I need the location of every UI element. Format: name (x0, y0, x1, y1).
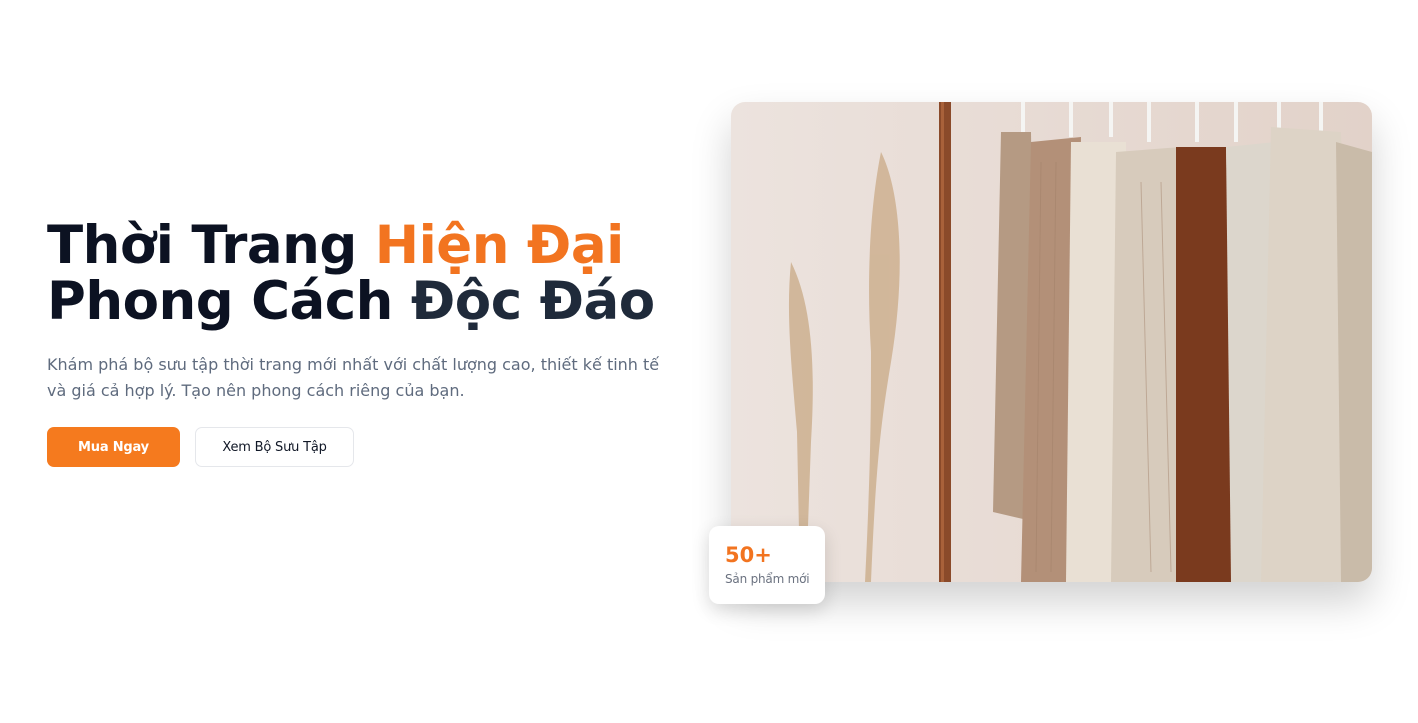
title-part: Độc Đáo (410, 271, 655, 332)
clothing-rack-illustration (731, 102, 1372, 582)
hero-section: Thời Trang Hiện Đại Phong Cách Độc Đáo K… (0, 0, 1418, 723)
stat-value: 50+ (725, 543, 772, 567)
hero-actions: Mua Ngay Xem Bộ Sưu Tập (47, 427, 687, 467)
stat-label: Sản phẩm mới (725, 572, 810, 586)
title-part: Thời Trang (47, 215, 375, 276)
title-accent: Hiện Đại (374, 215, 625, 276)
hero-description: Khám phá bộ sưu tập thời trang mới nhất … (47, 355, 660, 400)
view-collection-button[interactable]: Xem Bộ Sưu Tập (195, 427, 354, 467)
new-products-badge: 50+ Sản phẩm mới (709, 526, 825, 604)
hero-text: Thời Trang Hiện Đại Phong Cách Độc Đáo K… (47, 218, 687, 467)
hero-image (731, 102, 1372, 582)
title-part: Phong Cách (47, 271, 411, 332)
hero-title: Thời Trang Hiện Đại Phong Cách Độc Đáo (47, 218, 687, 330)
buy-now-button[interactable]: Mua Ngay (47, 427, 180, 467)
